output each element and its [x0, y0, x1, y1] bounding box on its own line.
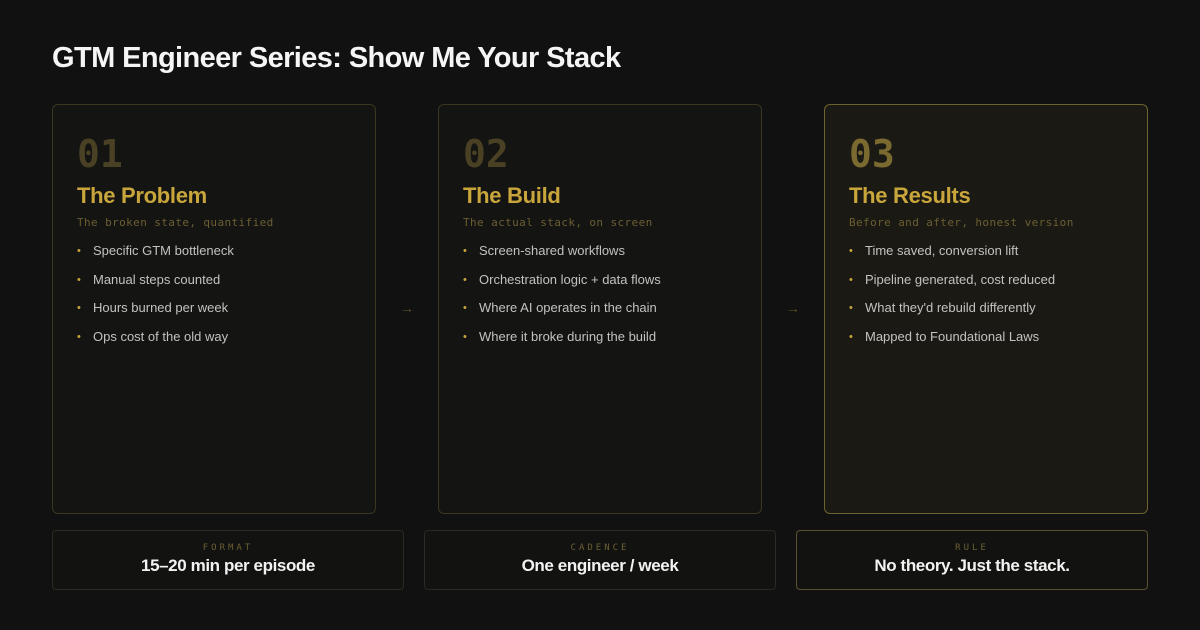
list-item: • Hours burned per week	[77, 300, 351, 316]
list-item: • Manual steps counted	[77, 272, 351, 288]
bullet-icon: •	[77, 245, 81, 257]
card-build: 02 The Build The actual stack, on screen…	[438, 104, 762, 514]
stat-rule: RULE No theory. Just the stack.	[796, 530, 1148, 590]
card-list: • Screen-shared workflows • Orchestration …	[463, 243, 737, 345]
list-item: • What they'd rebuild differently	[849, 300, 1123, 316]
list-item: • Where AI operates in the chain	[463, 300, 737, 316]
bullet-icon: •	[463, 245, 467, 257]
bullet-icon: •	[77, 330, 81, 343]
list-item-text: Pipeline generated, cost reduced	[865, 271, 1056, 287]
stat-value: 15–20 min per episode	[141, 556, 315, 575]
list-item-text: Specific GTM bottleneck	[93, 243, 234, 258]
card-title: The Problem	[77, 183, 207, 208]
card-title: The Results	[849, 183, 971, 208]
list-item: • Where it broke during the build	[463, 329, 737, 345]
bullet-icon: •	[849, 273, 853, 286]
stat-label: FORMAT	[202, 543, 254, 553]
card-subtitle: The actual stack, on screen	[463, 216, 653, 229]
list-item: • Specific GTM bottleneck	[77, 243, 351, 259]
list-item-text: Orchestration logic + data flows	[479, 271, 661, 287]
stat-label: RULE	[955, 543, 989, 553]
bullet-icon: •	[77, 273, 81, 286]
card-list: • Specific GTM bottleneck • Manual steps c…	[77, 243, 351, 345]
card-number: 02	[463, 132, 509, 176]
list-item-text: Ops cost of the old way	[93, 328, 229, 344]
list-item-text: Where AI operates in the chain	[479, 300, 657, 315]
page-title: GTM Engineer Series: Show Me Your Stack	[52, 42, 621, 74]
list-item: • Time saved, conversion lift	[849, 243, 1123, 259]
stat-label: CADENCE	[570, 543, 630, 553]
list-item-text: Time saved, conversion lift	[865, 243, 1019, 258]
arrow-right-icon: →	[786, 300, 800, 316]
card-problem: 01 The Problem The broken state, quantif…	[52, 104, 376, 514]
list-item: • Ops cost of the old way	[77, 329, 351, 345]
list-item-text: Screen-shared workflows	[479, 243, 625, 258]
bullet-icon: •	[463, 330, 467, 343]
list-item: • Screen-shared workflows	[463, 243, 737, 259]
list-item: • Pipeline generated, cost reduced	[849, 272, 1123, 288]
list-item: • Mapped to Foundational Laws	[849, 329, 1123, 345]
list-item: • Orchestration logic + data flows	[463, 272, 737, 288]
card-results: 03 The Results Before and after, honest …	[824, 104, 1148, 514]
arrow-right-icon: →	[400, 300, 414, 316]
card-subtitle: The broken state, quantified	[77, 216, 274, 229]
stat-value: No theory. Just the stack.	[874, 556, 1070, 575]
bullet-icon: •	[849, 302, 853, 314]
card-subtitle: Before and after, honest version	[849, 216, 1074, 229]
bullet-icon: •	[849, 245, 853, 257]
list-item-text: Where it broke during the build	[479, 328, 657, 344]
stat-format: FORMAT 15–20 min per episode	[52, 530, 404, 590]
bullet-icon: •	[463, 302, 467, 314]
list-item-text: Mapped to Foundational Laws	[865, 328, 1040, 344]
bullet-icon: •	[463, 273, 467, 286]
list-item-text: Hours burned per week	[93, 300, 229, 315]
card-title: The Build	[463, 183, 561, 208]
list-item-text: Manual steps counted	[93, 271, 221, 287]
card-number: 03	[849, 132, 895, 176]
stat-cadence: CADENCE One engineer / week	[424, 530, 776, 590]
stat-value: One engineer / week	[521, 556, 679, 575]
card-number: 01	[77, 132, 123, 176]
list-item-text: What they'd rebuild differently	[865, 300, 1036, 315]
bullet-icon: •	[849, 330, 853, 343]
bullet-icon: •	[77, 302, 81, 314]
card-list: • Time saved, conversion lift • Pipeline g…	[849, 243, 1123, 345]
